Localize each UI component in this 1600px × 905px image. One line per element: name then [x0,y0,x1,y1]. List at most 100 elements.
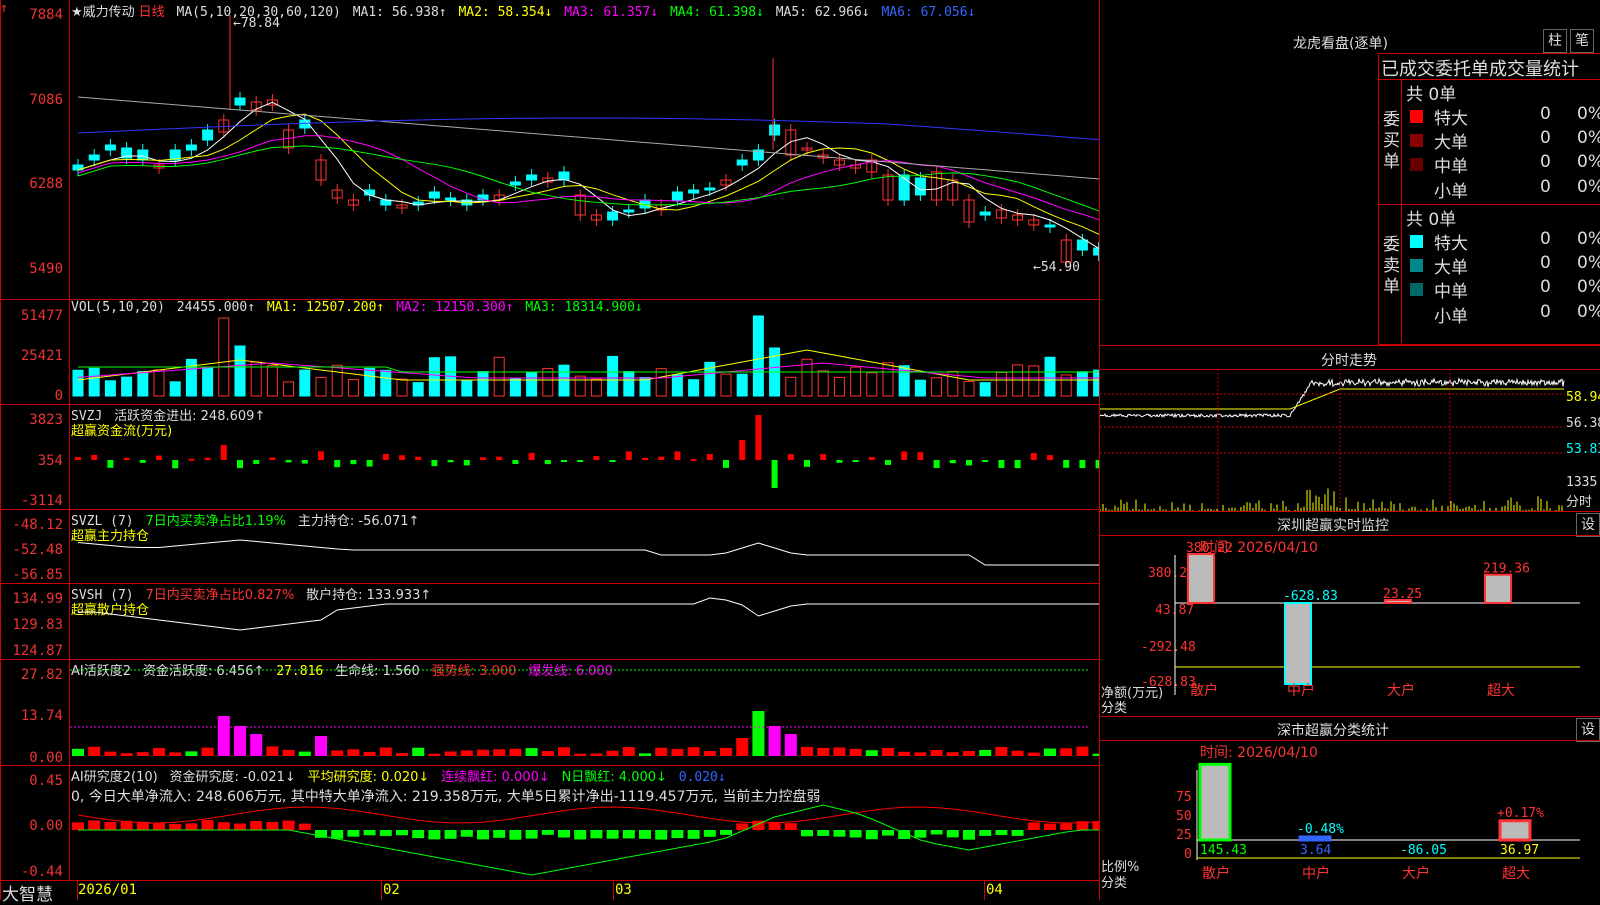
svzj-bar [772,460,778,488]
tick-mode-button[interactable]: 笔 [1570,29,1594,53]
air-bar [493,830,505,838]
air-bar [1044,824,1056,830]
ai-bar [218,716,230,756]
ai-bar [769,726,781,756]
volume-bar [73,370,83,396]
svzj-bar [901,451,907,460]
sell-row-vol: 0 [1540,253,1551,273]
candle-body [624,210,634,212]
sz-value-label: 219.36 [1483,562,1530,577]
vol-ma1-line [78,350,1099,380]
intraday-tick: 56.38 [1566,416,1600,431]
volume-bar [267,366,277,396]
ai-bar [866,750,878,756]
candle-body [672,192,682,200]
sell-total: 共 0单 [1406,205,1456,230]
svzj-bar [707,454,713,460]
volume-bar [1029,366,1039,396]
air-bar [104,822,116,830]
ai-bar [898,752,910,756]
air-bar [526,830,538,839]
air-bar [639,830,651,839]
ma3-line [78,136,1099,233]
candle-body [608,212,618,220]
volume-bar [818,371,828,396]
sz-settings-button[interactable]: 设 [1576,513,1600,537]
svzl-layer [78,540,1099,565]
volume-bar [964,381,974,396]
sell-row-pct: 0% [1577,302,1600,322]
candles-layer [73,15,1099,268]
date-tick: 03 [615,882,632,898]
svzj-bar [658,457,664,460]
sell-xl-swatch [1410,235,1423,248]
ai-bar [299,752,311,756]
svzj-bar [253,460,259,464]
air-bar [461,830,473,837]
svzj-bar [529,453,535,460]
air-bar [558,830,570,838]
volume-bar [996,372,1006,396]
sell-row-pct: 0% [1577,253,1600,273]
svzj-bar [804,460,810,467]
ma-lines-layer [78,97,1099,252]
svzj-bar [788,454,794,460]
svzj-bar [950,460,956,463]
volume-bar [219,318,229,396]
volume-bar [186,359,196,396]
svzj-bar [75,457,81,460]
svzj-bar [982,460,988,462]
ai-bar [671,749,683,756]
svzj-bar [610,460,616,462]
class-value-label: 145.43 [1200,843,1247,858]
volume-bar [494,357,504,396]
svzj-bar [674,451,680,460]
candle-body [1094,248,1099,255]
buy-total: 共 0单 [1406,80,1456,105]
sz-category: 超大 [1487,683,1515,699]
svzj-bar [869,457,875,460]
ai-bar [493,749,505,756]
volume-bar [608,356,618,396]
air-bar [720,830,732,835]
intraday-tick: 53.83 [1566,442,1600,457]
sell-row-vol: 0 [1540,302,1551,322]
intraday-avg-line [1100,389,1564,409]
air-bar [283,821,295,830]
ai-bar [720,748,732,756]
class-stats-svg: 145.43散户3.64-0.48%中户-86.05大户36.97+0.17%超… [1100,740,1600,900]
ai-bar [104,752,116,756]
svzj-bar [820,454,826,460]
volume-bar [786,377,796,396]
svzj-bar [188,459,194,461]
air-bar [850,830,862,838]
class-settings-button[interactable]: 设 [1576,718,1600,742]
bar-mode-button[interactable]: 柱 [1543,29,1567,53]
intraday-svg[interactable] [1100,369,1565,511]
candle-body [89,155,99,160]
main-chart-svg[interactable]: ←78.84 ←54.90 [0,0,1099,880]
sz-bar [1188,554,1214,603]
sell-row-name: 大单 [1434,253,1468,278]
sz-monitor-svg: 380.22 散户 -628.83 中户 23.25 大户 219.36 超大 [1100,535,1600,715]
class-category: 大户 [1402,865,1430,882]
svsh-layer [78,598,1099,630]
volume-bar [721,374,731,396]
ai-bar [380,748,392,756]
svzj-bar [691,459,697,461]
ai-bar [688,747,700,756]
svzj-bar [1079,460,1085,468]
svzj-bar [156,456,162,460]
svzj-layer [75,415,1099,488]
svzj-bar [415,457,421,460]
ai-bar [914,752,926,756]
sell-row-vol: 0 [1540,229,1551,249]
class-category: 散户 [1202,865,1230,882]
air-red-line [78,807,1099,823]
sz-bar [1485,575,1511,603]
svzj-bar [334,460,340,467]
buy-l-swatch [1410,134,1423,147]
volume-bar [737,374,747,396]
svzj-bar [286,460,292,462]
svzj-bar [966,460,972,465]
